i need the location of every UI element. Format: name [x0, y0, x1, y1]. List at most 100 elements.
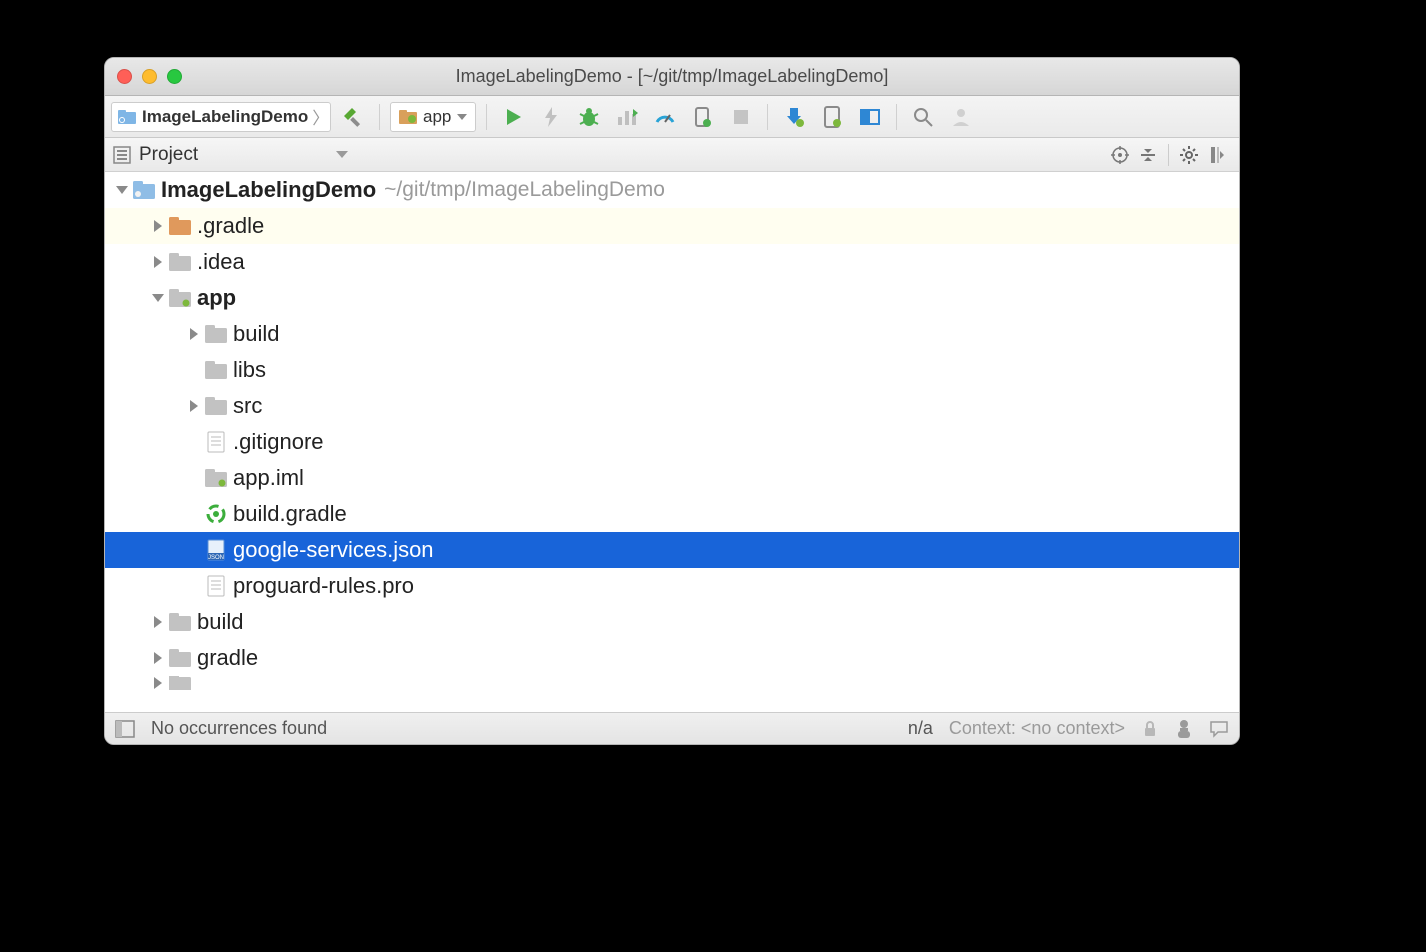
android-module-icon: [399, 110, 417, 124]
collapse-all-button[interactable]: [1134, 141, 1162, 169]
folder-icon: [205, 395, 227, 417]
folder-icon: [169, 647, 191, 669]
zoom-window-button[interactable]: [167, 69, 182, 84]
sdk-manager-button[interactable]: [854, 101, 886, 133]
tree-item-proguard[interactable]: proguard-rules.pro: [105, 568, 1239, 604]
tree-item-build-gradle[interactable]: build.gradle: [105, 496, 1239, 532]
disclosure-down-icon: [116, 186, 128, 194]
avd-manager-button[interactable]: [816, 101, 848, 133]
stop-button[interactable]: [725, 101, 757, 133]
lock-icon[interactable]: [1141, 720, 1159, 738]
lightning-icon: [543, 107, 559, 127]
tree-item-app[interactable]: app: [105, 280, 1239, 316]
tree-root[interactable]: ImageLabelingDemo ~/git/tmp/ImageLabelin…: [105, 172, 1239, 208]
toolbar-separator: [896, 104, 897, 130]
tree-label: libs: [233, 353, 266, 387]
gauge-button[interactable]: [649, 101, 681, 133]
panel-separator: [1168, 144, 1169, 166]
build-hammer-button[interactable]: [337, 101, 369, 133]
settings-gear-button[interactable]: [1175, 141, 1203, 169]
sync-gradle-button[interactable]: [778, 101, 810, 133]
phone-android-icon: [822, 106, 842, 128]
window-title: ImageLabelingDemo - [~/git/tmp/ImageLabe…: [105, 66, 1239, 87]
status-window-icon[interactable]: [115, 720, 135, 738]
tree-label: src: [233, 389, 262, 423]
disclosure-right-icon: [154, 616, 162, 628]
tree-item-build-root[interactable]: build: [105, 604, 1239, 640]
attach-debugger-button[interactable]: [687, 101, 719, 133]
disclosure-right-icon: [190, 328, 198, 340]
tree-label: .idea: [197, 245, 245, 279]
user-icon: [950, 106, 972, 128]
run-config-selector[interactable]: app: [390, 102, 476, 132]
search-everywhere-button[interactable]: [907, 101, 939, 133]
tree-label: app: [197, 281, 236, 315]
tree-item-gradle-hidden[interactable]: .gradle: [105, 208, 1239, 244]
tree-root-path: ~/git/tmp/ImageLabelingDemo: [384, 173, 665, 207]
tree-item-src[interactable]: src: [105, 388, 1239, 424]
tree-item-gitignore[interactable]: .gitignore: [105, 424, 1239, 460]
locate-file-button[interactable]: [1106, 141, 1134, 169]
status-na: n/a: [908, 718, 933, 739]
nav-breadcrumb[interactable]: ImageLabelingDemo 〉 a: [111, 102, 331, 132]
inspector-icon[interactable]: [1175, 719, 1193, 739]
tree-item-clipped[interactable]: [105, 676, 1239, 690]
tree-item-gradle-root[interactable]: gradle: [105, 640, 1239, 676]
module-icon: [133, 179, 155, 201]
folder-icon: [169, 676, 191, 690]
disclosure-right-icon: [154, 220, 162, 232]
sync-download-icon: [783, 106, 805, 128]
chevron-down-icon: [457, 114, 467, 120]
debug-button[interactable]: [573, 101, 605, 133]
tree-root-name: ImageLabelingDemo: [161, 173, 376, 207]
folder-icon: [205, 359, 227, 381]
tree-item-app-iml[interactable]: app.iml: [105, 460, 1239, 496]
iml-file-icon: [205, 467, 227, 489]
collapse-icon: [1139, 146, 1157, 164]
tree-item-idea[interactable]: .idea: [105, 244, 1239, 280]
project-view-icon: [113, 146, 131, 164]
account-button[interactable]: [945, 101, 977, 133]
apply-changes-button[interactable]: [535, 101, 567, 133]
main-toolbar: ImageLabelingDemo 〉 a app: [105, 96, 1239, 138]
tree-item-libs[interactable]: libs: [105, 352, 1239, 388]
run-config-label: app: [423, 107, 451, 127]
project-tree[interactable]: ImageLabelingDemo ~/git/tmp/ImageLabelin…: [105, 172, 1239, 712]
breadcrumb-root: ImageLabelingDemo: [142, 107, 308, 127]
text-file-icon: [205, 575, 227, 597]
panel-title: Project: [139, 144, 198, 166]
disclosure-down-icon: [152, 294, 164, 302]
run-button[interactable]: [497, 101, 529, 133]
play-icon: [503, 107, 523, 127]
status-occurrences: No occurrences found: [151, 718, 327, 739]
tree-item-app-build[interactable]: build: [105, 316, 1239, 352]
tree-label: .gradle: [197, 209, 264, 243]
toolbar-separator: [767, 104, 768, 130]
toolbar-separator: [379, 104, 380, 130]
json-file-icon: JSON: [205, 539, 227, 561]
disclosure-right-icon: [154, 677, 162, 689]
tree-label: google-services.json: [233, 533, 434, 567]
tree-label: .gitignore: [233, 425, 324, 459]
profiler-icon: [616, 107, 638, 127]
close-window-button[interactable]: [117, 69, 132, 84]
chat-icon[interactable]: [1209, 720, 1229, 738]
excluded-folder-icon: [169, 215, 191, 237]
tree-label: build.gradle: [233, 497, 347, 531]
device-bug-icon: [693, 106, 713, 128]
svg-text:JSON: JSON: [208, 555, 224, 561]
gear-icon: [1180, 146, 1198, 164]
status-context: Context: <no context>: [949, 718, 1125, 739]
tree-item-google-services[interactable]: JSON google-services.json: [105, 532, 1239, 568]
hide-panel-button[interactable]: [1203, 141, 1231, 169]
tree-label: proguard-rules.pro: [233, 569, 414, 603]
module-folder-icon: [169, 287, 191, 309]
titlebar: ImageLabelingDemo - [~/git/tmp/ImageLabe…: [105, 58, 1239, 96]
view-mode-dropdown[interactable]: [336, 151, 348, 158]
profile-button[interactable]: [611, 101, 643, 133]
minimize-window-button[interactable]: [142, 69, 157, 84]
tree-label: app.iml: [233, 461, 304, 495]
tree-label: build: [197, 605, 243, 639]
text-file-icon: [205, 431, 227, 453]
chevron-down-icon: [336, 151, 348, 158]
